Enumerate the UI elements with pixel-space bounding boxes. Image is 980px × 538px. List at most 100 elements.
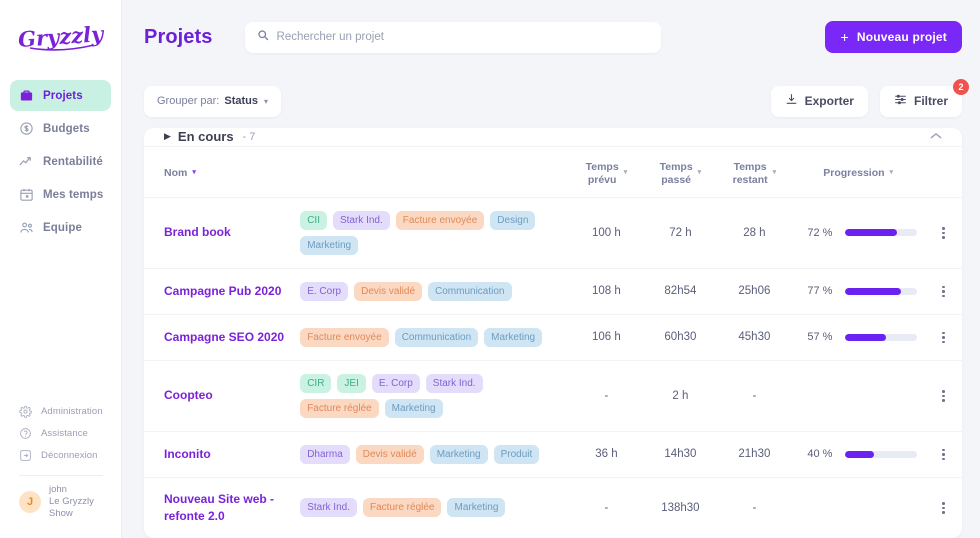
filter-button[interactable]: Filtrer 2	[879, 78, 969, 117]
col-header-label: Temps	[659, 160, 693, 173]
avatar: J	[19, 491, 41, 514]
tag[interactable]: Facture envoyée	[300, 327, 389, 347]
project-name[interactable]: Brand book	[144, 196, 301, 269]
tag[interactable]: Marketing	[447, 498, 506, 518]
tag[interactable]: Produit	[493, 444, 540, 464]
tag[interactable]: E. Corp	[300, 281, 349, 301]
cell-temps-restant: -	[717, 359, 792, 432]
sidebar-item-rentabilite[interactable]: Rentabilité	[10, 146, 111, 177]
help-circle-icon	[19, 427, 32, 440]
tag[interactable]: Dharma	[300, 444, 350, 464]
project-tags: Dharma Devis validé Marketing Produit	[300, 430, 570, 478]
tag[interactable]: Stark Ind.	[300, 498, 357, 518]
sidebar-item-mes-temps[interactable]: Mes temps	[10, 179, 111, 210]
tag[interactable]: Communication	[428, 281, 512, 301]
tag[interactable]: Devis validé	[354, 281, 423, 301]
filter-label: Filtrer	[913, 94, 948, 108]
tag[interactable]: Facture réglée	[300, 398, 379, 418]
tag[interactable]: Communication	[394, 327, 479, 347]
user-org-line2: Show	[49, 508, 73, 520]
row-menu-button[interactable]	[924, 476, 962, 538]
search-box[interactable]: Rechercher un projet	[244, 21, 661, 53]
project-name[interactable]: Nouveau Site web - refonte 2.0	[144, 476, 301, 538]
table-body: Brand book CII Stark Ind. Facture envoyée De…	[144, 196, 962, 538]
cell-progression: 72 %	[791, 196, 925, 269]
tag[interactable]: CII	[300, 210, 327, 230]
sidebar-item-assistance[interactable]: Assistance	[10, 422, 112, 444]
table-row[interactable]: Inconito Dharma Devis validé Marketing Produ…	[144, 430, 962, 478]
project-tags: CII Stark Ind. Facture envoyée Design Market…	[300, 196, 570, 269]
tag[interactable]: JEI	[337, 373, 366, 393]
cell-temps-prevu: 100 h	[569, 196, 644, 269]
cell-temps-passe: 82h54	[643, 267, 718, 315]
user-profile[interactable]: J john Le Gryzzly Show	[10, 484, 112, 528]
tag[interactable]: CIR	[300, 373, 332, 393]
table-row[interactable]: Brand book CII Stark Ind. Facture envoyée De…	[144, 196, 962, 269]
project-name[interactable]: Inconito	[144, 430, 301, 478]
user-org-line1: Le Gryzzly	[49, 496, 94, 508]
row-menu-button[interactable]	[924, 430, 962, 478]
project-tags: E. Corp Devis validé Communication	[300, 267, 570, 315]
tag[interactable]: Design	[490, 210, 536, 230]
export-button[interactable]: Exporter	[770, 85, 868, 117]
tag[interactable]: E. Corp	[371, 373, 420, 393]
col-header-progression[interactable]: Progression ▾	[791, 147, 925, 198]
sidebar-divider	[19, 475, 103, 477]
sort-arrow-icon: ▾	[697, 169, 702, 177]
briefcase-icon	[19, 88, 34, 103]
projects-card: ▶ En cours - 7 Nom ▾ Temps prévu ▾ Temps…	[144, 128, 962, 538]
tag[interactable]: Marketing	[384, 398, 443, 418]
sidebar-item-projets[interactable]: Projets	[10, 80, 111, 111]
table-row[interactable]: Campagne Pub 2020 E. Corp Devis validé Comm…	[144, 267, 962, 315]
chevron-up-icon[interactable]	[930, 131, 942, 143]
sidebar-item-budgets[interactable]: Budgets	[10, 113, 111, 144]
tag[interactable]: Marketing	[429, 444, 488, 464]
sidebar-item-equipe[interactable]: Equipe	[10, 212, 111, 243]
tag[interactable]: Marketing	[484, 327, 543, 347]
tag[interactable]: Facture envoyée	[395, 210, 485, 230]
filter-sliders-icon	[894, 93, 907, 109]
tag[interactable]: Stark Ind.	[425, 373, 483, 393]
tag[interactable]: Stark Ind.	[332, 210, 390, 230]
col-header-temps-restant[interactable]: Temps restant ▾	[717, 147, 791, 198]
kebab-menu-icon	[925, 227, 962, 239]
sort-arrow-icon: ▾	[192, 169, 196, 177]
row-menu-button[interactable]	[924, 196, 962, 269]
sidebar-item-administration[interactable]: Administration	[10, 400, 112, 422]
new-project-button[interactable]: + Nouveau projet	[825, 21, 962, 53]
project-tags: Facture envoyée Communication Marketing	[300, 313, 570, 361]
triangle-right-icon[interactable]: ▶	[164, 131, 171, 142]
row-menu-button[interactable]	[924, 267, 962, 315]
col-header-label: Progression	[823, 167, 885, 180]
row-menu-button[interactable]	[924, 359, 962, 432]
project-name[interactable]: Coopteo	[144, 359, 301, 432]
search-input[interactable]: Rechercher un projet	[277, 31, 384, 43]
col-header-nom[interactable]: Nom ▾	[144, 147, 300, 198]
kebab-menu-icon	[925, 331, 962, 344]
users-icon	[19, 220, 34, 235]
project-name[interactable]: Campagne SEO 2020	[144, 313, 301, 361]
table-header-row: Nom ▾ Temps prévu ▾ Temps passé ▾ Temps …	[144, 147, 962, 198]
sidebar: Gryzzly Projets Budgets Rentabilité Mes …	[0, 0, 122, 538]
col-header-temps-prevu[interactable]: Temps prévu ▾	[569, 147, 643, 198]
cell-temps-prevu: 108 h	[569, 267, 644, 315]
group-count: - 7	[242, 130, 256, 143]
col-header-label: Temps	[733, 160, 767, 173]
project-name[interactable]: Campagne Pub 2020	[144, 267, 301, 315]
sidebar-item-deconnexion[interactable]: Déconnexion	[10, 444, 112, 466]
download-icon	[785, 93, 798, 109]
logo[interactable]: Gryzzly	[0, 0, 121, 74]
group-header[interactable]: ▶ En cours - 7	[144, 128, 962, 147]
tag[interactable]: Facture réglée	[363, 498, 442, 518]
kebab-menu-icon	[925, 448, 962, 461]
group-by-label: Grouper par:	[157, 95, 220, 107]
row-menu-button[interactable]	[924, 313, 962, 361]
table-row[interactable]: Nouveau Site web - refonte 2.0 Stark Ind.…	[144, 476, 962, 538]
col-header-temps-passe[interactable]: Temps passé ▾	[643, 147, 717, 198]
table-row[interactable]: Coopteo CIR JEI E. Corp Stark Ind. Facture ré…	[144, 359, 962, 432]
group-by-select[interactable]: Grouper par: Status ▾	[144, 85, 282, 117]
table-row[interactable]: Campagne SEO 2020 Facture envoyée Communic…	[144, 313, 962, 361]
tag[interactable]: Marketing	[300, 235, 359, 255]
filter-count-badge: 2	[953, 78, 969, 95]
tag[interactable]: Devis validé	[355, 444, 424, 464]
